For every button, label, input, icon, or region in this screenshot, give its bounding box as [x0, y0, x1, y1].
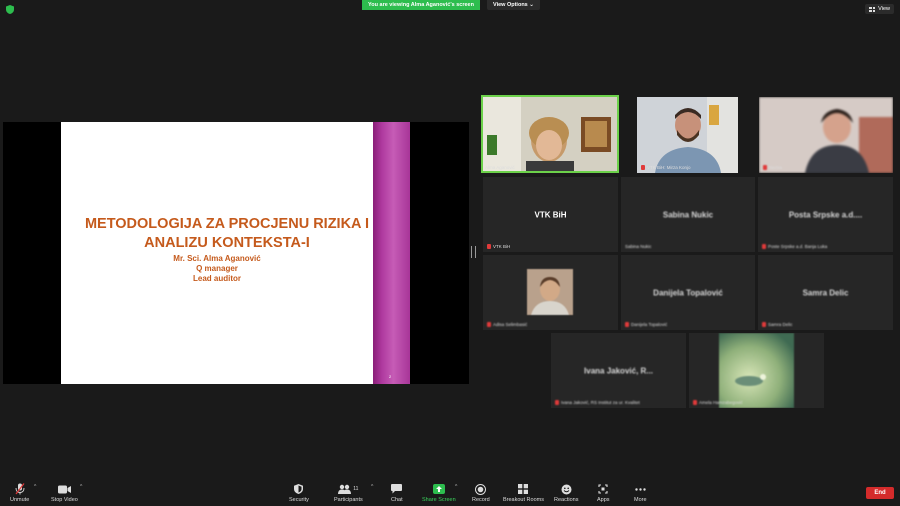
record-label: Record	[472, 497, 490, 503]
participant-name: Samra Delic	[762, 322, 793, 327]
smiley-icon	[561, 483, 572, 495]
mic-off-icon	[762, 322, 766, 327]
slide-title: METODOLOGIJA ZA PROCJENU RIZIKA I ANALIZ…	[71, 215, 383, 253]
participant-display-name: Posta Srpske a.d....	[788, 210, 863, 219]
slide-role-2: Lead auditor	[192, 274, 241, 283]
view-options-button[interactable]: View Options ⌄	[487, 0, 540, 10]
record-icon	[475, 483, 487, 495]
participant-display-name: Danijela Topalović	[653, 288, 723, 297]
participant-name: Amela Hamzabegović	[693, 400, 743, 405]
participant-name: VTK BiH	[487, 244, 510, 249]
participant-display-name: Ivana Jaković, R...	[584, 366, 653, 375]
chat-icon	[391, 483, 403, 495]
participant-photo	[719, 333, 794, 408]
unmute-button[interactable]: Unmute	[10, 483, 29, 503]
participant-tile[interactable]: Sabina Nukic Sabina Nukic	[621, 177, 755, 252]
share-screen-icon	[432, 484, 445, 494]
participant-name: Adisa Selimbasić	[487, 322, 527, 327]
breakout-rooms-icon	[518, 483, 529, 495]
participant-name: Sabina Nukic	[625, 244, 652, 249]
participants-label: Participants	[334, 497, 363, 503]
chevron-up-icon[interactable]: ^	[371, 484, 373, 490]
viewing-banner: You are viewing Alma Aganović's screen	[362, 0, 480, 10]
breakout-rooms-label: Breakout Rooms	[503, 497, 544, 503]
split-resize-handle[interactable]	[471, 246, 476, 258]
view-button[interactable]: View	[865, 4, 894, 14]
participant-name: Nezira	[763, 165, 782, 170]
participant-photo	[527, 269, 573, 315]
slide-role-1: Q manager	[196, 264, 238, 273]
participant-name: Ivana Jaković, RS Institut za ur. Kvalit…	[555, 400, 640, 405]
view-button-label: View	[878, 6, 890, 12]
participants-button[interactable]: 11 Participants	[334, 483, 363, 503]
participant-tile[interactable]: Ivana Jaković, R... Ivana Jaković, RS In…	[551, 333, 686, 408]
presentation-slide: METODOLOGIJA ZA PROCJENU RIZIKA I ANALIZ…	[61, 122, 373, 384]
participant-tile[interactable]: Danijela Topalović Danijela Topalović	[621, 255, 755, 330]
chevron-up-icon[interactable]: ^	[80, 484, 82, 490]
participant-display-name: Samra Delic	[802, 288, 849, 297]
participant-tile[interactable]: Alma Aganović	[481, 95, 619, 173]
share-screen-label: Share Screen	[422, 497, 456, 503]
slide-title-line2: ANALIZU KONTEKSTA-I	[144, 235, 310, 251]
participants-icon: 11	[338, 483, 358, 495]
unmute-label: Unmute	[10, 497, 30, 503]
shield-icon	[294, 483, 304, 495]
apps-label: Apps	[597, 497, 610, 503]
participant-name: VTK BiH: Mirza Konjo	[641, 165, 691, 170]
breakout-rooms-button[interactable]: Breakout Rooms	[503, 483, 544, 503]
security-label: Security	[289, 497, 309, 503]
participant-tile[interactable]: VTK BiH: Mirza Konjo	[637, 97, 738, 173]
participant-display-name: VTK BiH	[534, 210, 567, 219]
more-label: More	[634, 497, 647, 503]
participant-video	[481, 95, 619, 173]
stop-video-label: Stop Video	[51, 497, 78, 503]
mic-off-icon	[693, 400, 697, 405]
participant-video	[759, 97, 893, 173]
security-button[interactable]: Security	[289, 483, 309, 503]
apps-button[interactable]: Apps	[597, 483, 610, 503]
shield-icon[interactable]	[6, 5, 14, 14]
reactions-label: Reactions	[554, 497, 579, 503]
participant-name: Alma Aganović	[485, 165, 515, 170]
participant-tile[interactable]: VTK BiH VTK BiH	[483, 177, 618, 252]
mic-off-icon	[487, 244, 491, 249]
slide-author: Mr. Sci. Alma Aganović	[173, 254, 261, 263]
participant-video	[637, 97, 738, 173]
participant-tile[interactable]: Samra Delic Samra Delic	[758, 255, 893, 330]
chevron-up-icon[interactable]: ^	[34, 484, 36, 490]
participant-tile[interactable]: Nezira	[759, 97, 893, 173]
participant-display-name: Sabina Nukic	[662, 210, 714, 219]
chevron-up-icon[interactable]: ^	[455, 484, 457, 490]
grid-icon	[869, 6, 876, 12]
mic-off-icon	[487, 322, 491, 327]
mic-off-icon	[555, 400, 559, 405]
mic-muted-icon	[15, 483, 25, 495]
chat-button[interactable]: Chat	[391, 483, 403, 503]
more-button[interactable]: More	[634, 483, 647, 503]
participant-name: Poste Srpske a.d. Banja Luka	[762, 244, 827, 249]
reactions-button[interactable]: Reactions	[554, 483, 578, 503]
participant-tile[interactable]: Posta Srpske a.d.... Poste Srpske a.d. B…	[758, 177, 893, 252]
stop-video-button[interactable]: Stop Video	[51, 483, 78, 503]
mic-off-icon	[763, 165, 767, 170]
participant-tile[interactable]: Adisa Selimbasić	[483, 255, 618, 330]
shared-screen[interactable]: METODOLOGIJA ZA PROCJENU RIZIKA I ANALIZ…	[3, 122, 469, 384]
chat-label: Chat	[391, 497, 403, 503]
meeting-toolbar: Unmute ^ Stop Video ^ Security 11 Partic…	[0, 478, 900, 506]
participants-count: 11	[353, 486, 359, 492]
slide-title-line1: METODOLOGIJA ZA PROCJENU RIZIKA I	[84, 216, 370, 232]
participant-name: Danijela Topalović	[625, 322, 667, 327]
ellipsis-icon	[635, 483, 646, 495]
apps-icon	[598, 483, 608, 495]
participant-tile[interactable]: Amela Hamzabegović	[689, 333, 824, 408]
slide-page-number: 2	[389, 374, 392, 379]
video-camera-icon	[57, 483, 71, 495]
mic-off-icon	[625, 322, 629, 327]
end-meeting-button[interactable]: End	[866, 487, 894, 499]
record-button[interactable]: Record	[472, 483, 490, 503]
mic-off-icon	[641, 165, 645, 170]
mic-off-icon	[762, 244, 766, 249]
slide-decor-bar: 2	[373, 122, 410, 384]
share-screen-button[interactable]: Share Screen	[422, 483, 456, 503]
